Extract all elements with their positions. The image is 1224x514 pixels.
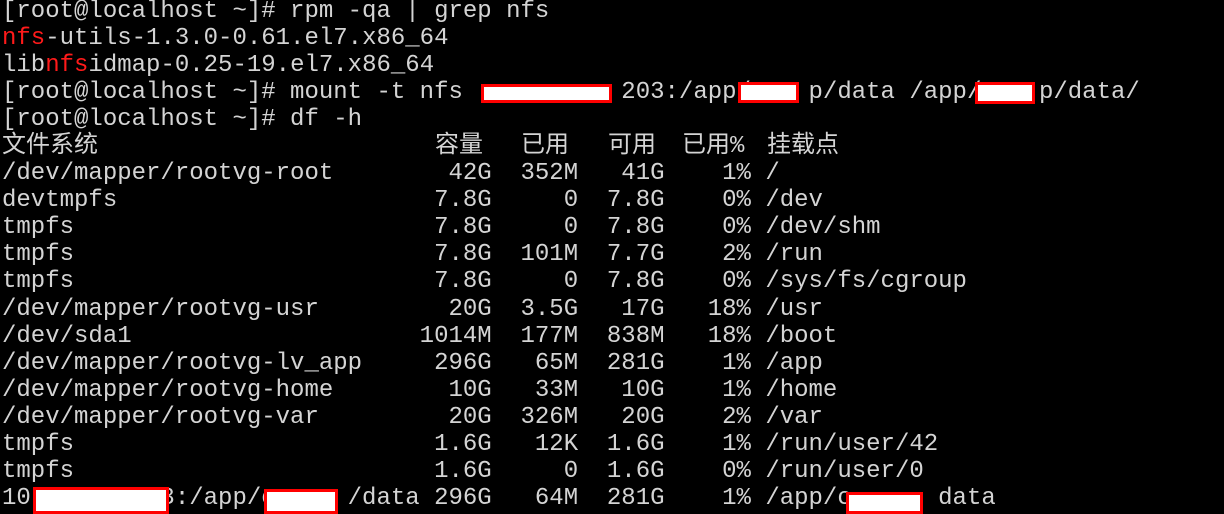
package-prefix: lib [2,52,46,79]
package-name: idmap-0.25-19.el7.x86_64 [88,52,435,79]
df-row: /dev/mapper/rootvg-root 42G 352M 41G 1% … [2,160,780,187]
output-nfs-utils: nfs-utils-1.3.0-0.61.el7.x86_64 [2,25,448,52]
redaction-box [264,489,338,514]
highlight-nfs: nfs [45,52,89,79]
df-row: /dev/mapper/rootvg-usr 20G 3.5G 17G 18% … [2,295,823,323]
header-size: 容量 [435,133,483,160]
df-row: /dev/mapper/rootvg-var 20G 326M 20G 2% /… [2,403,823,431]
df-row: tmpfs 7.8G 0 7.8G 0% /dev/shm [2,214,881,242]
command-df: [root@localhost ~]# df -h [2,106,363,133]
redaction-box [846,492,923,514]
df-row: /dev/mapper/rootvg-lv_app 296G 65M 281G … [2,349,823,377]
df-row: tmpfs 7.8G 0 7.8G 0% /sys/fs/cgroup [2,268,967,296]
package-name: -utils-1.3.0-0.61.el7.x86_64 [45,25,449,52]
header-mounted-on: 挂载点 [767,133,839,160]
terminal-window[interactable]: [root@localhost ~]# rpm -qa | grep nfs n… [0,0,1224,514]
redaction-box [481,84,612,103]
output-libnfsidmap: libnfsidmap-0.25-19.el7.x86_64 [2,52,434,79]
highlight-nfs: nfs [2,25,46,52]
command-rpm: [root@localhost ~]# rpm -qa | grep nfs [2,0,550,25]
header-filesystem: 文件系统 [2,133,98,160]
df-row: tmpfs 7.8G 101M 7.7G 2% /run [2,241,823,269]
header-used: 已用 [521,133,569,160]
header-avail: 可用 [608,133,656,160]
df-row: tmpfs 1.6G 12K 1.6G 1% /run/user/42 [2,431,939,458]
header-use-percent: 已用% [682,133,745,160]
redaction-box [975,82,1035,104]
df-row: tmpfs 1.6G 0 1.6G 0% /run/user/0 [2,458,924,486]
df-row: devtmpfs 7.8G 0 7.8G 0% /dev [2,187,823,215]
df-row: /dev/mapper/rootvg-home 10G 33M 10G 1% /… [2,376,838,404]
df-row: /dev/sda1 1014M 177M 838M 18% /boot [2,322,838,350]
redaction-box [738,82,799,103]
df-header: 文件系统 容量 已用 可用 已用% 挂载点 [2,133,1202,160]
redaction-box [33,487,169,514]
